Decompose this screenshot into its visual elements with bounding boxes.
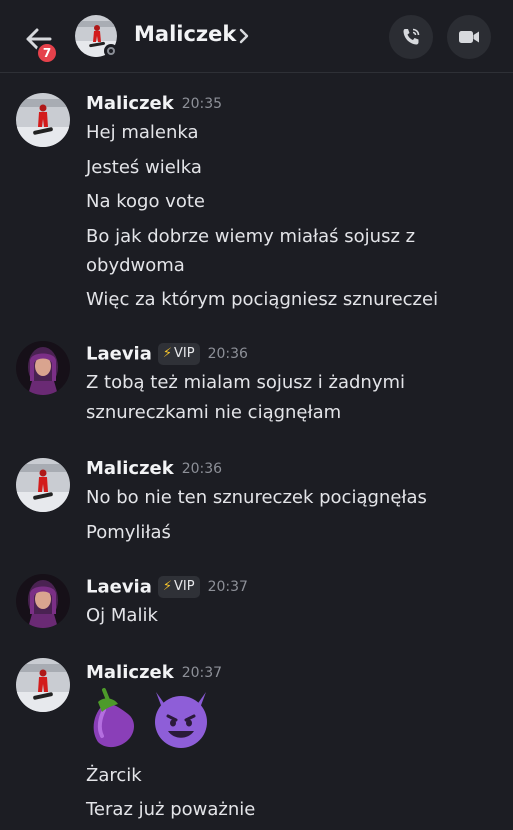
timestamp: 20:36 bbox=[181, 460, 223, 477]
status-indicator bbox=[104, 44, 118, 58]
message-text: Żarcik bbox=[86, 765, 142, 786]
page-title[interactable]: Maliczek bbox=[134, 22, 236, 46]
vip-label: VIP bbox=[174, 579, 195, 594]
message-text: Hej malenka bbox=[86, 122, 199, 143]
vip-badge: ⚡ VIP bbox=[157, 576, 200, 598]
vip-badge: ⚡ VIP bbox=[157, 343, 200, 365]
avatar[interactable] bbox=[16, 574, 70, 628]
username[interactable]: Laevia bbox=[86, 577, 152, 598]
username[interactable]: Maliczek bbox=[86, 458, 174, 479]
message-text: No bo nie ten sznureczek pociągnęłas bbox=[86, 487, 427, 508]
message-meta: Maliczek 20:36 bbox=[86, 458, 222, 482]
avatar[interactable] bbox=[16, 658, 70, 712]
timestamp: 20:36 bbox=[207, 346, 248, 362]
message-text: Więc za którym pociągniesz sznureczei bbox=[86, 289, 439, 310]
message-meta: Laevia ⚡ VIP 20:37 bbox=[86, 576, 248, 600]
message-text: Jesteś wielka bbox=[86, 157, 202, 178]
message-text: Bo jak dobrze wiemy miałaś sojusz z bbox=[86, 226, 416, 247]
message-text: Pomyliłaś bbox=[86, 522, 171, 543]
eggplant-emoji bbox=[93, 688, 134, 748]
message-text: Z tobą też mialam sojusz i żadnymi bbox=[86, 372, 406, 393]
timestamp: 20:37 bbox=[181, 664, 223, 681]
username[interactable]: Maliczek bbox=[86, 93, 174, 114]
message-text: Na kogo vote bbox=[86, 191, 205, 212]
avatar[interactable] bbox=[16, 458, 70, 512]
message-meta: Maliczek 20:35 bbox=[86, 93, 222, 117]
message-text: sznureczkami nie ciągnęłam bbox=[86, 402, 342, 423]
phone-icon bbox=[403, 28, 420, 45]
avatar[interactable] bbox=[16, 93, 70, 147]
timestamp: 20:37 bbox=[207, 579, 248, 595]
timestamp: 20:35 bbox=[181, 95, 223, 112]
username[interactable]: Laevia bbox=[86, 344, 152, 365]
username[interactable]: Maliczek bbox=[86, 662, 174, 683]
message-meta: Laevia ⚡ VIP 20:36 bbox=[86, 343, 248, 367]
message-text: obydwoma bbox=[86, 255, 185, 276]
avatar[interactable] bbox=[16, 341, 70, 395]
lightning-icon: ⚡ bbox=[162, 579, 173, 594]
chevron-right-icon[interactable] bbox=[238, 27, 250, 45]
video-camera-icon bbox=[459, 31, 479, 43]
voice-call-button[interactable] bbox=[389, 15, 433, 59]
vip-label: VIP bbox=[174, 346, 195, 361]
unread-badge: 7 bbox=[36, 42, 58, 64]
lightning-icon: ⚡ bbox=[162, 346, 173, 361]
video-call-button[interactable] bbox=[447, 15, 491, 59]
message-text: Teraz już poważnie bbox=[86, 799, 256, 820]
chat-header: 7 Maliczek bbox=[0, 0, 513, 73]
message-text: Oj Malik bbox=[86, 605, 158, 626]
smiling-devil-emoji bbox=[155, 692, 207, 748]
